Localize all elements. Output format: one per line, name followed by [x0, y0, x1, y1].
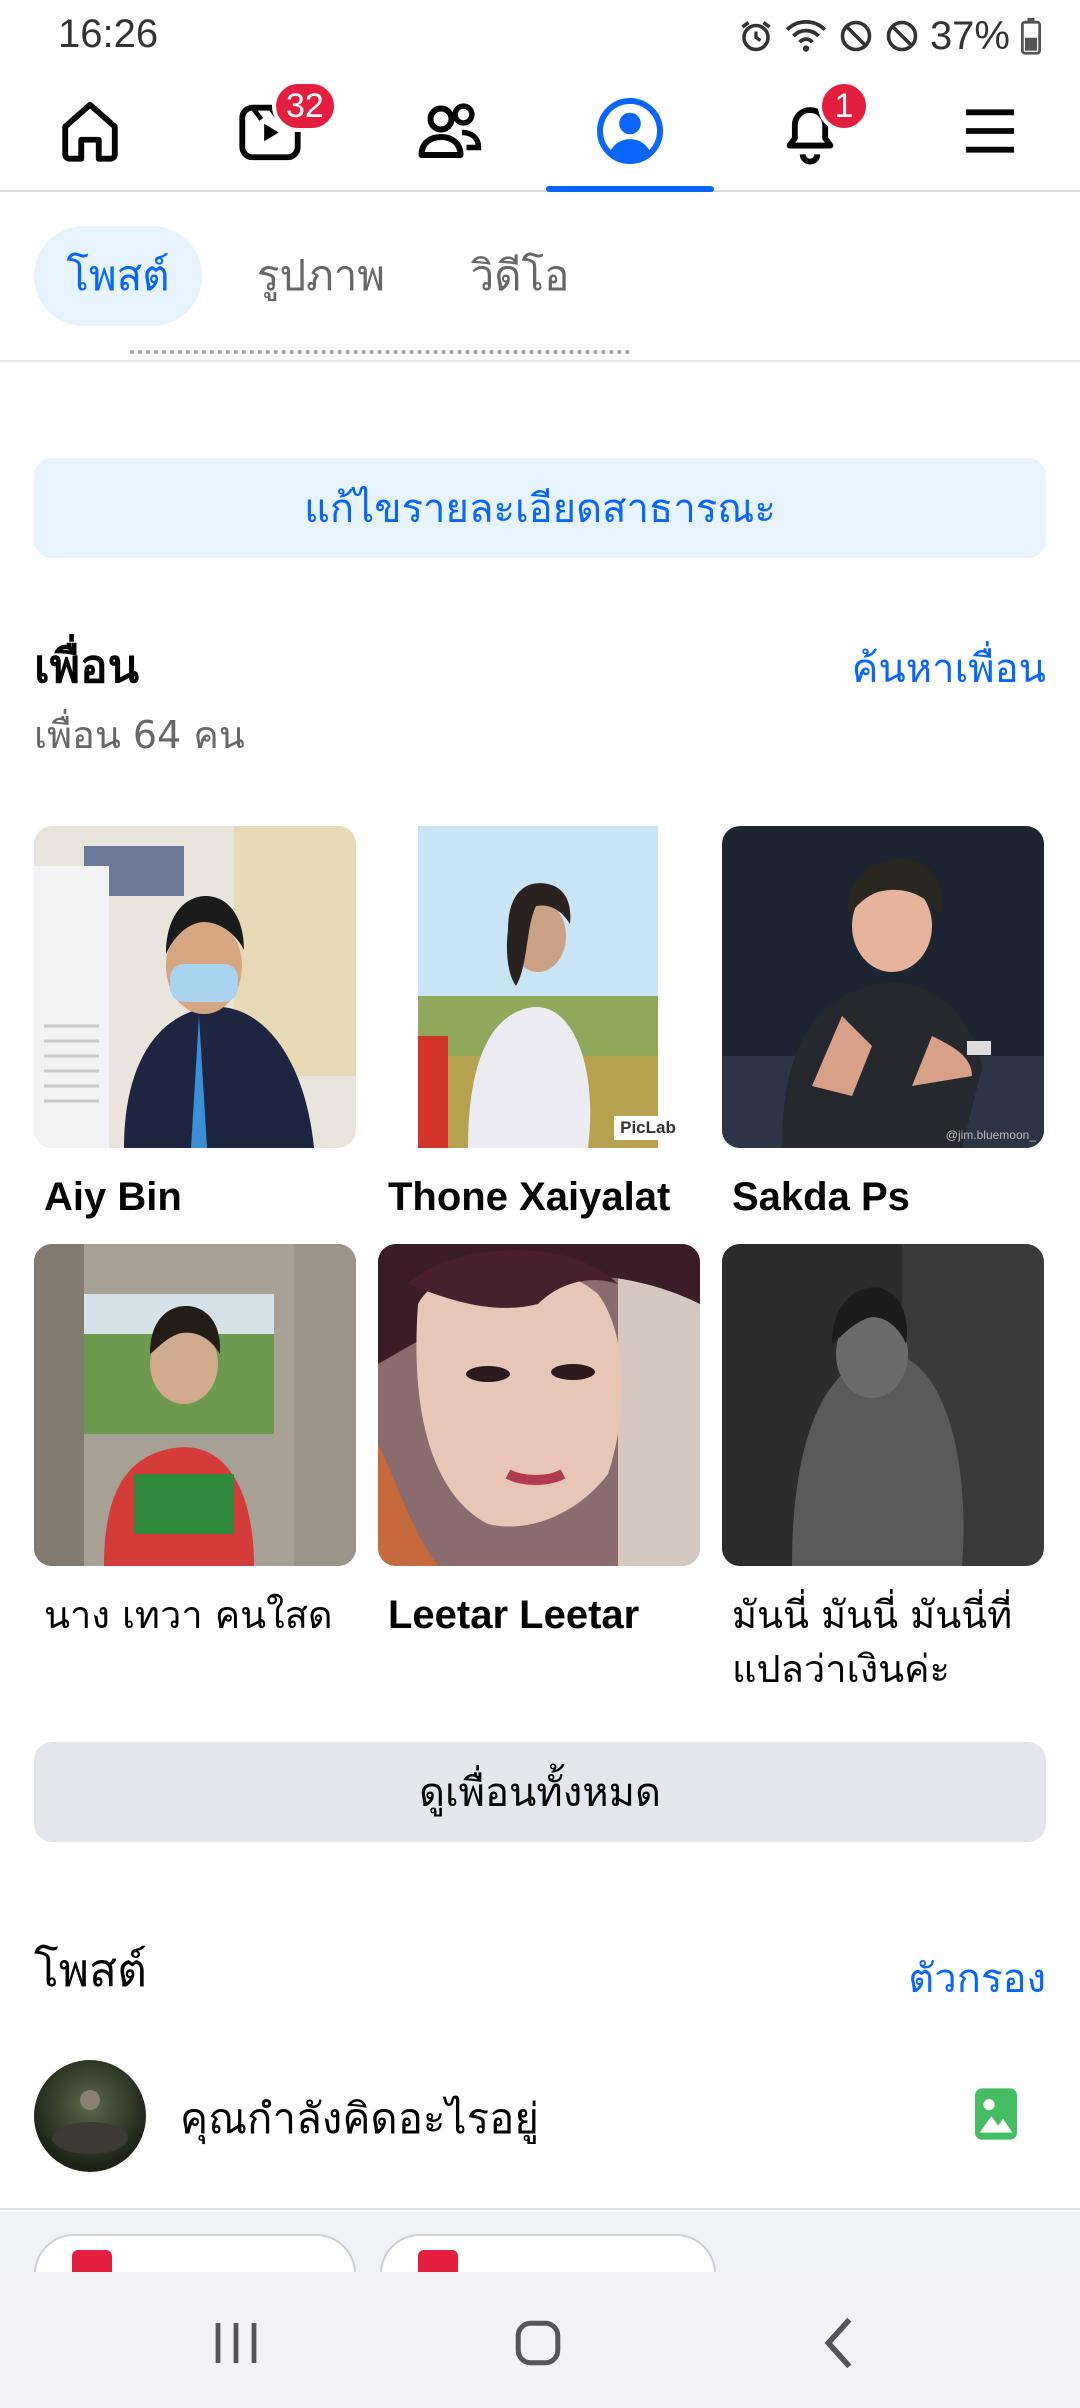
- friend-name-line: แปลว่าเงินค่ะ: [732, 1647, 950, 1691]
- friend-photo: [34, 826, 356, 1148]
- friend-photo: [378, 1244, 700, 1566]
- alarm-icon: [741, 21, 771, 52]
- block-icon: [840, 20, 872, 52]
- battery-percent: 37%: [929, 13, 1010, 58]
- wifi-icon: [785, 20, 827, 52]
- friend-card[interactable]: PicLab Thone Xaiyalat: [378, 826, 700, 1224]
- friend-name[interactable]: Thone Xaiyalat: [378, 1170, 700, 1224]
- top-navigation: 32 1: [0, 72, 1080, 192]
- nav-video[interactable]: 32: [190, 72, 350, 190]
- system-navigation-bar: [0, 2272, 1080, 2408]
- friend-photo: PicLab: [378, 826, 700, 1148]
- nav-profile[interactable]: [546, 72, 714, 192]
- status-icons: 37%: [738, 14, 1042, 58]
- friend-card[interactable]: มันนี่ มันนี่ มันนี่ที่ แปลว่าเงินค่ะ: [722, 1244, 1044, 1696]
- filter-link[interactable]: ตัวกรอง: [908, 1946, 1046, 2010]
- friends-count: เพื่อน 64 คน: [34, 713, 245, 757]
- nav-menu[interactable]: [910, 72, 1070, 190]
- back-button[interactable]: [780, 2308, 900, 2378]
- recents-button[interactable]: [176, 2308, 296, 2378]
- friend-card[interactable]: @jim.bluemoon_ Sakda Ps: [722, 826, 1044, 1224]
- video-badge: 32: [272, 80, 338, 132]
- hamburger-icon: [966, 109, 1014, 153]
- home-square-icon: [515, 2320, 561, 2366]
- edit-public-details-button[interactable]: แก้ไขรายละเอียดสาธารณะ: [34, 458, 1046, 558]
- friend-name[interactable]: นาง เทวา คนใสด: [34, 1588, 356, 1642]
- tab-photos[interactable]: รูปภาพ: [232, 226, 410, 326]
- friend-name[interactable]: Leetar Leetar: [378, 1588, 700, 1642]
- picLab-watermark: PicLab: [620, 1118, 676, 1137]
- status-time: 16:26: [58, 12, 159, 56]
- battery-icon: [1020, 17, 1042, 55]
- profile-icon: [597, 98, 663, 164]
- friends-title: เพื่อน: [34, 639, 140, 693]
- nav-notifications[interactable]: 1: [730, 72, 890, 190]
- status-bar: 16:26 37%: [0, 0, 1080, 72]
- nav-home[interactable]: [10, 72, 170, 190]
- recents-icon: [215, 2323, 257, 2363]
- tab-posts[interactable]: โพสต์: [34, 226, 202, 326]
- composer-placeholder[interactable]: คุณกำลังคิดอะไรอยู่: [180, 2086, 539, 2152]
- avatar[interactable]: [34, 2060, 146, 2172]
- cutoff-text-remnant: [130, 350, 630, 366]
- friend-name[interactable]: Sakda Ps: [722, 1170, 1044, 1224]
- friend-photo: [722, 1244, 1044, 1566]
- friend-name-line: มันนี่ มันนี่ มันนี่ที่: [732, 1593, 1013, 1637]
- notifications-badge: 1: [818, 80, 870, 132]
- friend-photo: [34, 1244, 356, 1566]
- friend-name[interactable]: Aiy Bin: [34, 1170, 356, 1224]
- friend-photo: @jim.bluemoon_: [722, 826, 1044, 1148]
- see-all-friends-button[interactable]: ดูเพื่อนทั้งหมด: [34, 1742, 1046, 1842]
- block-icon: [886, 20, 918, 52]
- back-icon: [824, 2317, 852, 2369]
- friend-name[interactable]: มันนี่ มันนี่ มันนี่ที่ แปลว่าเงินค่ะ: [722, 1588, 1044, 1696]
- photo-icon[interactable]: [972, 2086, 1020, 2146]
- posts-title: โพสต์: [34, 1943, 147, 1997]
- friend-card[interactable]: Aiy Bin: [34, 826, 356, 1224]
- home-icon: [62, 101, 118, 162]
- friend-card[interactable]: Leetar Leetar: [378, 1244, 700, 1642]
- friend-card[interactable]: นาง เทวา คนใสด: [34, 1244, 356, 1642]
- photo-watermark: @jim.bluemoon_: [945, 1128, 1036, 1142]
- friends-icon: [418, 103, 482, 158]
- nav-friends[interactable]: [370, 72, 530, 190]
- tab-videos[interactable]: วิดีโอ: [446, 226, 594, 326]
- post-composer[interactable]: คุณกำลังคิดอะไรอยู่: [0, 2040, 1080, 2210]
- profile-tabs: โพสต์ รูปภาพ วิดีโอ: [0, 192, 1080, 362]
- find-friends-link[interactable]: ค้นหาเพื่อน: [852, 636, 1046, 700]
- home-button[interactable]: [478, 2308, 598, 2378]
